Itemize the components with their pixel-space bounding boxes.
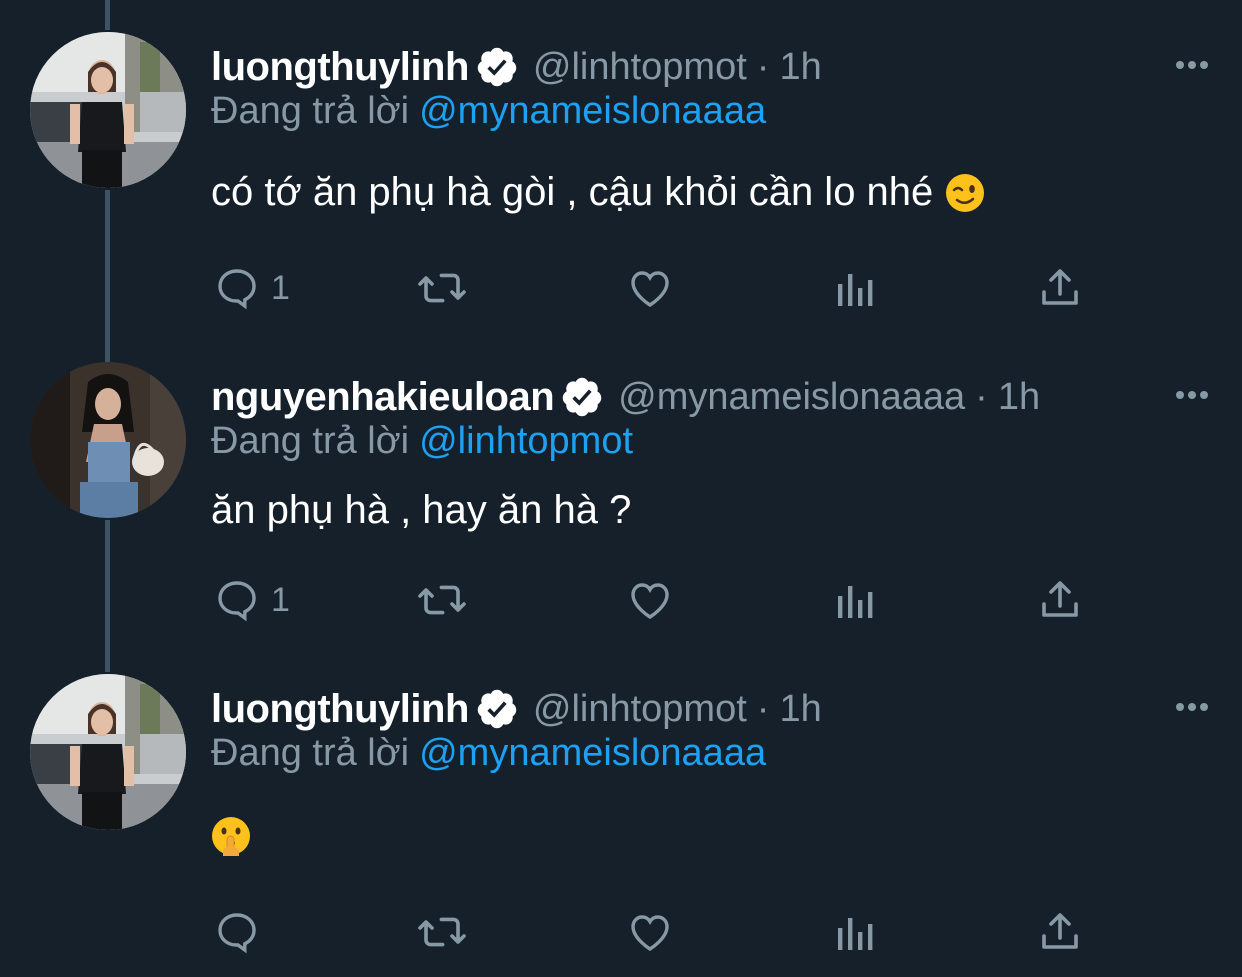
verified-badge-icon <box>477 689 517 729</box>
timestamp[interactable]: 1h <box>779 46 821 89</box>
retweet-icon <box>418 585 466 615</box>
reply-button[interactable]: 1 <box>213 264 290 312</box>
retweet-button[interactable] <box>416 576 468 624</box>
share-button[interactable] <box>1036 908 1084 956</box>
like-button[interactable] <box>626 908 674 956</box>
analytics-button[interactable] <box>832 264 880 312</box>
tweet-header: nguyenhakieuloan @mynameislonaaaa · 1h <box>211 372 1040 422</box>
heart-icon <box>631 915 669 951</box>
analytics-bars-icon <box>838 274 873 306</box>
more-dots-icon[interactable] <box>1172 380 1212 410</box>
comment-bubble-icon <box>218 269 256 310</box>
avatar[interactable] <box>30 674 186 830</box>
tweet[interactable]: nguyenhakieuloan @mynameislonaaaa · 1h Đ… <box>0 362 1242 662</box>
more-dots-icon[interactable] <box>1172 50 1212 80</box>
analytics-button[interactable] <box>832 576 880 624</box>
tweet-text-content: ăn phụ hà , hay ăn hà ? <box>211 488 632 532</box>
verified-badge-icon <box>562 377 602 417</box>
reply-button[interactable] <box>213 908 271 956</box>
separator-dot: · <box>975 375 988 418</box>
tweet-text: ăn phụ hà , hay ăn hà ? <box>211 488 631 533</box>
replying-to-label: Đang trả lời <box>211 420 410 462</box>
thread-line <box>105 0 110 30</box>
like-button[interactable] <box>626 576 674 624</box>
replying-to-label: Đang trả lời <box>211 732 410 774</box>
share-button[interactable] <box>1036 576 1084 624</box>
avatar[interactable] <box>30 362 186 518</box>
replying-to: Đang trả lời @linhtopmot <box>211 420 633 463</box>
share-upload-icon <box>1042 581 1078 617</box>
user-handle[interactable]: @linhtopmot <box>533 46 747 89</box>
share-upload-icon <box>1042 269 1078 305</box>
like-button[interactable] <box>626 264 674 312</box>
separator-dot: · <box>756 45 770 88</box>
display-name[interactable]: luongthuylinh <box>211 45 469 90</box>
reply-count: 1 <box>271 580 290 619</box>
timestamp[interactable]: 1h <box>998 376 1040 419</box>
reply-button[interactable]: 1 <box>213 576 290 624</box>
tweet-text: có tớ ăn phụ hà gòi , cậu khỏi cần lo nh… <box>211 170 985 215</box>
shushing-face-emoji-icon <box>212 817 250 856</box>
winking-face-emoji-icon <box>946 173 985 212</box>
comment-bubble-icon <box>218 581 256 622</box>
replying-to: Đang trả lời @mynameislonaaaa <box>211 732 766 775</box>
user-handle[interactable]: @mynameislonaaaa <box>618 376 965 419</box>
retweet-button[interactable] <box>416 908 468 956</box>
analytics-bars-icon <box>838 586 873 618</box>
replying-to-handle[interactable]: @mynameislonaaaa <box>419 732 766 774</box>
retweet-icon <box>418 273 466 303</box>
replying-to-label: Đang trả lời <box>211 90 410 132</box>
replying-to-handle[interactable]: @mynameislonaaaa <box>419 90 766 132</box>
share-button[interactable] <box>1036 264 1084 312</box>
user-handle[interactable]: @linhtopmot <box>533 688 747 731</box>
retweet-button[interactable] <box>416 264 468 312</box>
replying-to: Đang trả lời @mynameislonaaaa <box>211 90 766 133</box>
tweet-text-content: có tớ ăn phụ hà gòi , cậu khỏi cần lo nh… <box>211 170 934 214</box>
share-upload-icon <box>1042 913 1078 949</box>
replying-to-handle[interactable]: @linhtopmot <box>419 420 633 462</box>
display-name[interactable]: luongthuylinh <box>211 687 469 732</box>
analytics-bars-icon <box>838 918 873 950</box>
reply-count: 1 <box>271 268 290 307</box>
display-name[interactable]: nguyenhakieuloan <box>211 375 555 420</box>
avatar[interactable] <box>30 32 186 188</box>
comment-bubble-icon <box>218 913 256 954</box>
retweet-icon <box>418 917 466 947</box>
tweet-text <box>211 816 251 856</box>
more-dots-icon[interactable] <box>1172 692 1212 722</box>
tweet[interactable]: luongthuylinh @linhtopmot · 1h Đang trả … <box>0 32 1242 332</box>
tweet-header: luongthuylinh @linhtopmot · 1h <box>211 684 822 734</box>
tweet-header: luongthuylinh @linhtopmot · 1h <box>211 42 822 92</box>
verified-badge-icon <box>477 47 517 87</box>
heart-icon <box>631 583 669 619</box>
timestamp[interactable]: 1h <box>779 688 821 731</box>
analytics-button[interactable] <box>832 908 880 956</box>
tweet[interactable]: luongthuylinh @linhtopmot · 1h Đang trả … <box>0 674 1242 974</box>
heart-icon <box>631 271 669 307</box>
separator-dot: · <box>756 687 770 730</box>
